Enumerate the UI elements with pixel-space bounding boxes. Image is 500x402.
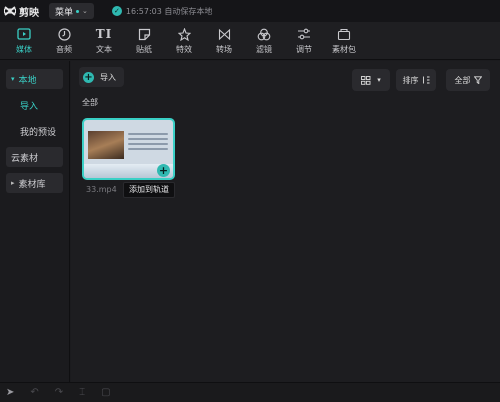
sidebar-item-label: 云素材: [11, 153, 39, 164]
save-status-text: 16:57:03 自动保存本地: [125, 6, 213, 16]
tab-adjust[interactable]: 调节: [284, 23, 324, 59]
package-icon: [337, 27, 351, 42]
sidebar-item-my-presets[interactable]: 我的预设: [6, 121, 63, 141]
section-title: 全部: [82, 98, 98, 107]
tab-label: 媒体: [16, 44, 32, 54]
media-icon: [17, 27, 31, 42]
import-label: 导入: [100, 72, 116, 82]
sidebar-item-library[interactable]: ▸ 素材库: [6, 173, 63, 193]
tab-filter[interactable]: 滤镜: [244, 23, 284, 59]
view-mode-button[interactable]: ▾: [352, 69, 390, 91]
save-status: ✓ 16:57:03 自动保存本地: [111, 6, 213, 17]
audio-icon: [57, 27, 71, 42]
timeline-toolbar: ➤ ↶ ↷ ⌶ ▢: [0, 382, 500, 402]
transition-icon: [218, 27, 231, 42]
check-icon: ✓: [111, 6, 122, 16]
sticker-icon: [138, 27, 151, 42]
tab-package[interactable]: 素材包: [324, 23, 364, 59]
sort-label: 排序: [402, 75, 419, 85]
redo-icon[interactable]: ↷: [55, 387, 63, 398]
split-icon[interactable]: ⌶: [79, 387, 85, 398]
notification-dot: [76, 9, 80, 13]
thumbnail-text-lines: [128, 133, 168, 153]
tab-effects[interactable]: 特效: [164, 23, 204, 59]
sidebar-item-label: 我的预设: [20, 127, 57, 138]
chevron-down-icon: ▾: [377, 76, 381, 84]
media-filename: 33.mp4: [86, 185, 117, 194]
sidebar-item-cloud[interactable]: 云素材: [6, 147, 63, 167]
text-icon: TI: [95, 27, 113, 41]
menu-label: 菜单: [55, 7, 74, 18]
add-to-track-tooltip: 添加到轨道: [123, 182, 175, 198]
tab-sticker[interactable]: 贴纸: [124, 23, 164, 59]
media-sidebar: ▾ 本地 导入 我的预设 云素材 ▸ 素材库: [0, 61, 70, 382]
cursor-icon[interactable]: ➤: [6, 387, 14, 398]
plus-icon: +: [83, 71, 94, 83]
app-logo: 剪映: [4, 4, 39, 19]
app-name: 剪映: [19, 7, 39, 19]
tab-label: 转场: [216, 44, 232, 54]
tab-audio[interactable]: 音频: [44, 23, 84, 59]
tab-label: 文本: [96, 44, 112, 54]
chevron-down-icon: ⌄: [82, 7, 88, 15]
expand-icon: ▾: [11, 75, 15, 83]
grid-icon: [361, 75, 371, 85]
add-to-track-icon[interactable]: +: [157, 164, 170, 177]
title-bar: 剪映 菜单 ⌄ ✓ 16:57:03 自动保存本地: [0, 0, 500, 22]
sidebar-item-label: 导入: [20, 101, 39, 112]
tab-label: 素材包: [332, 44, 356, 54]
media-panel: + 导入 ▾ 排序 全部 全部 + 33.mp4 添加到轨道: [71, 61, 500, 382]
tab-label: 特效: [176, 44, 192, 54]
expand-icon: ▸: [11, 179, 15, 187]
tab-label: 滤镜: [256, 44, 272, 54]
sidebar-item-label: 本地: [18, 75, 37, 86]
sidebar-item-label: 素材库: [18, 179, 46, 190]
filter-label: 全部: [454, 75, 471, 85]
tab-text[interactable]: TI 文本: [84, 23, 124, 59]
filter-funnel-icon: [473, 76, 482, 84]
capcut-logo-icon: [4, 6, 16, 16]
tab-label: 音频: [56, 44, 72, 54]
tab-media[interactable]: 媒体: [4, 23, 44, 59]
tab-transition[interactable]: 转场: [204, 23, 244, 59]
tab-label: 调节: [296, 44, 312, 54]
filter-button[interactable]: 全部: [446, 69, 490, 91]
undo-icon[interactable]: ↶: [30, 387, 38, 398]
sort-button[interactable]: 排序: [396, 69, 436, 91]
adjust-icon: [297, 27, 311, 42]
import-button[interactable]: + 导入: [79, 67, 124, 87]
sidebar-item-import[interactable]: 导入: [6, 95, 63, 115]
tab-label: 贴纸: [136, 44, 152, 54]
menu-button[interactable]: 菜单 ⌄: [49, 3, 94, 19]
filter-icon: [257, 27, 271, 42]
thumbnail-image: [88, 131, 124, 159]
sort-icon: [422, 76, 429, 84]
sidebar-item-local[interactable]: ▾ 本地: [6, 69, 63, 89]
tool-tabs: 媒体 音频 TI 文本 贴纸 特效 转场 滤镜 调节 素材包: [0, 22, 500, 60]
delete-icon[interactable]: ▢: [101, 387, 110, 398]
effects-icon: [177, 27, 191, 42]
